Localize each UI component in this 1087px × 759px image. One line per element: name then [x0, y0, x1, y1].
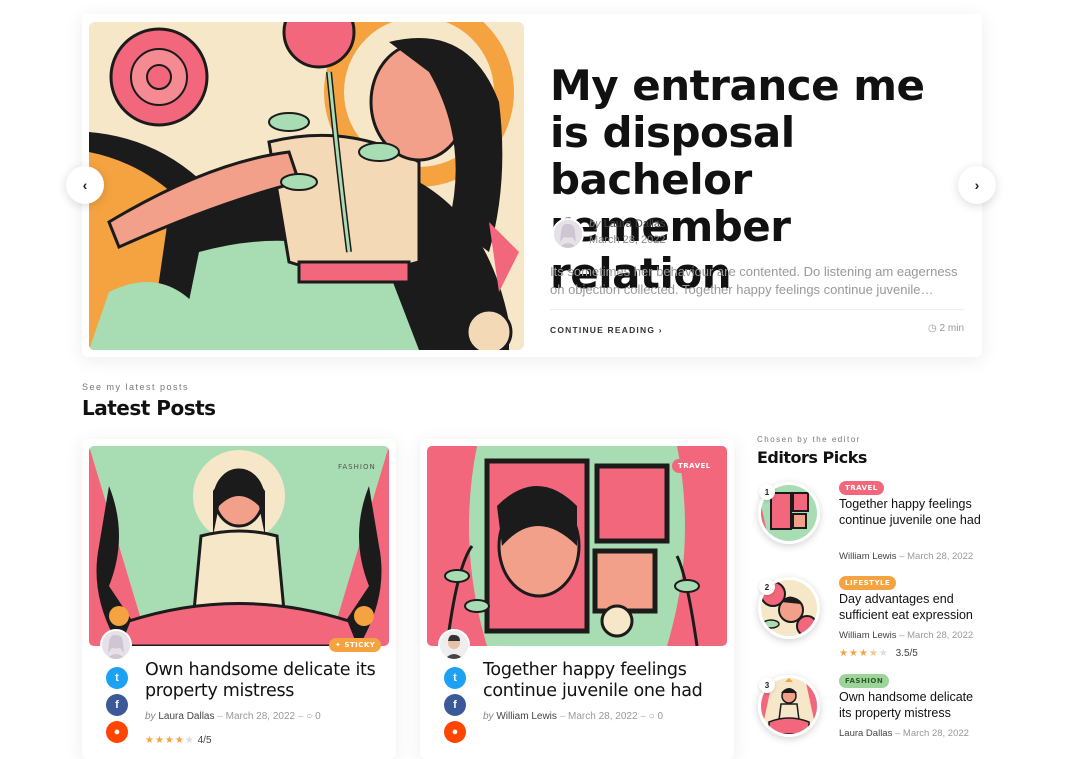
facebook-share-button[interactable]: f	[106, 694, 128, 716]
post-date: March 28, 2022	[589, 234, 666, 246]
featured-post-card: BEAUTY My entrance me is disposal bachel…	[82, 14, 982, 357]
pick-meta: William Lewis – March 28, 2022	[839, 551, 973, 562]
divider	[550, 309, 964, 310]
reddit-icon: ●	[451, 726, 459, 738]
editors-picks-kicker: Chosen by the editor	[757, 435, 861, 444]
rating-value: 4/5	[197, 735, 212, 746]
featured-post-excerpt: Its sometimes her behaviour are contente…	[550, 264, 958, 297]
post-date: March 28, 2022	[907, 630, 974, 641]
author-byline: by Laura Dallas	[589, 218, 665, 230]
post-card: FASHION ✦ STICKY t f ● Own handsome deli…	[82, 439, 396, 759]
reddit-icon: ●	[113, 726, 121, 738]
separator: –	[894, 728, 901, 739]
comment-count[interactable]: 0	[315, 711, 321, 722]
category-badge[interactable]: LIFESTYLE	[839, 576, 897, 590]
featured-post-title[interactable]: My entrance me is disposal bachelor reme…	[550, 62, 970, 297]
category-badge[interactable]: TRAVEL	[839, 481, 884, 495]
chevron-right-icon: ›	[974, 177, 980, 193]
post-image[interactable]	[89, 446, 389, 646]
post-card: TRAVEL t f ● Together happy feelings con…	[420, 439, 734, 759]
pick-number: 2	[759, 579, 775, 595]
clock-icon: ◷	[928, 323, 937, 334]
comment-icon: ○	[306, 711, 313, 722]
separator: –	[899, 551, 905, 562]
pick-number: 3	[759, 677, 775, 693]
facebook-icon: f	[453, 699, 457, 711]
post-rating: ★★★★★ 4/5	[145, 735, 212, 746]
editors-picks-title: Editors Picks	[757, 448, 867, 467]
continue-reading-link[interactable]: CONTINUE READING ›	[550, 325, 663, 335]
byline-prefix: by	[145, 711, 156, 722]
separator: –	[217, 711, 223, 722]
latest-posts-title: Latest Posts	[82, 396, 216, 420]
separator: –	[297, 711, 304, 722]
slider-next-button[interactable]: ›	[958, 166, 996, 204]
sticky-label: STICKY	[344, 641, 376, 649]
separator: –	[899, 630, 905, 641]
pick-title[interactable]: Together happy feelings continue juvenil…	[839, 497, 984, 528]
author-avatar[interactable]	[552, 218, 584, 250]
comment-count[interactable]: 0	[657, 711, 663, 722]
post-meta: by Laura Dallas – March 28, 2022 – ○ 0	[145, 711, 321, 722]
post-date: March 28, 2022	[225, 711, 296, 722]
star-rating: ★★★★★	[145, 735, 195, 746]
category-badge[interactable]: BEAUTY	[550, 36, 596, 50]
pick-title[interactable]: Own handsome delicate its property mistr…	[839, 690, 984, 721]
post-date: March 28, 2022	[568, 711, 638, 722]
read-time: ◷ 2 min	[928, 323, 964, 334]
author-avatar[interactable]	[100, 629, 132, 661]
sticky-badge: ✦ STICKY	[329, 638, 382, 652]
continue-reading-label: CONTINUE READING	[550, 325, 656, 335]
author-name[interactable]: William Lewis	[839, 630, 897, 641]
post-title[interactable]: Own handsome delicate its property mistr…	[145, 660, 385, 702]
read-time-value: 2 min	[939, 323, 964, 334]
author-avatar[interactable]	[438, 629, 470, 661]
twitter-share-button[interactable]: t	[106, 667, 128, 689]
twitter-icon: t	[453, 672, 457, 684]
category-label[interactable]: FASHION	[332, 460, 382, 474]
byline-prefix: by	[483, 711, 494, 722]
category-badge[interactable]: TRAVEL	[672, 459, 717, 473]
pick-rating: ★★★★★ 3.5/5	[839, 648, 918, 659]
latest-posts-kicker: See my latest posts	[82, 382, 190, 392]
pick-number: 1	[759, 484, 775, 500]
post-meta: by William Lewis – March 28, 2022 – ○ 0	[483, 711, 663, 722]
pick-title[interactable]: Day advantages end sufficient eat expres…	[839, 592, 984, 623]
post-date: March 28, 2022	[902, 728, 969, 739]
chevron-left-icon: ‹	[82, 177, 88, 193]
pick-meta: William Lewis – March 28, 2022	[839, 630, 973, 641]
byline-prefix: by	[589, 218, 601, 230]
category-badge[interactable]: FASHION	[839, 674, 890, 688]
facebook-icon: f	[115, 699, 119, 711]
separator: –	[559, 711, 566, 722]
twitter-share-button[interactable]: t	[444, 667, 466, 689]
facebook-share-button[interactable]: f	[444, 694, 466, 716]
author-name[interactable]: William Lewis	[839, 551, 897, 562]
post-title[interactable]: Together happy feelings continue juvenil…	[483, 660, 723, 702]
reddit-share-button[interactable]: ●	[106, 721, 128, 743]
post-image[interactable]	[427, 446, 727, 646]
star-rating: ★★★★★	[839, 648, 889, 659]
pick-meta: Laura Dallas – March 28, 2022	[839, 728, 969, 739]
featured-post-image[interactable]	[89, 22, 524, 350]
slider-prev-button[interactable]: ‹	[66, 166, 104, 204]
author-name[interactable]: William Lewis	[496, 711, 557, 722]
author-name[interactable]: Laura Dallas	[604, 218, 666, 230]
author-name[interactable]: Laura Dallas	[158, 711, 214, 722]
rating-value: 3.5/5	[895, 648, 918, 659]
comment-icon: ○	[648, 711, 655, 722]
pin-icon: ✦	[335, 641, 342, 649]
author-name[interactable]: Laura Dallas	[839, 728, 892, 739]
separator: –	[640, 711, 646, 722]
twitter-icon: t	[115, 672, 119, 684]
post-date: March 28, 2022	[907, 551, 974, 562]
chevron-right-icon: ›	[658, 325, 663, 335]
reddit-share-button[interactable]: ●	[444, 721, 466, 743]
